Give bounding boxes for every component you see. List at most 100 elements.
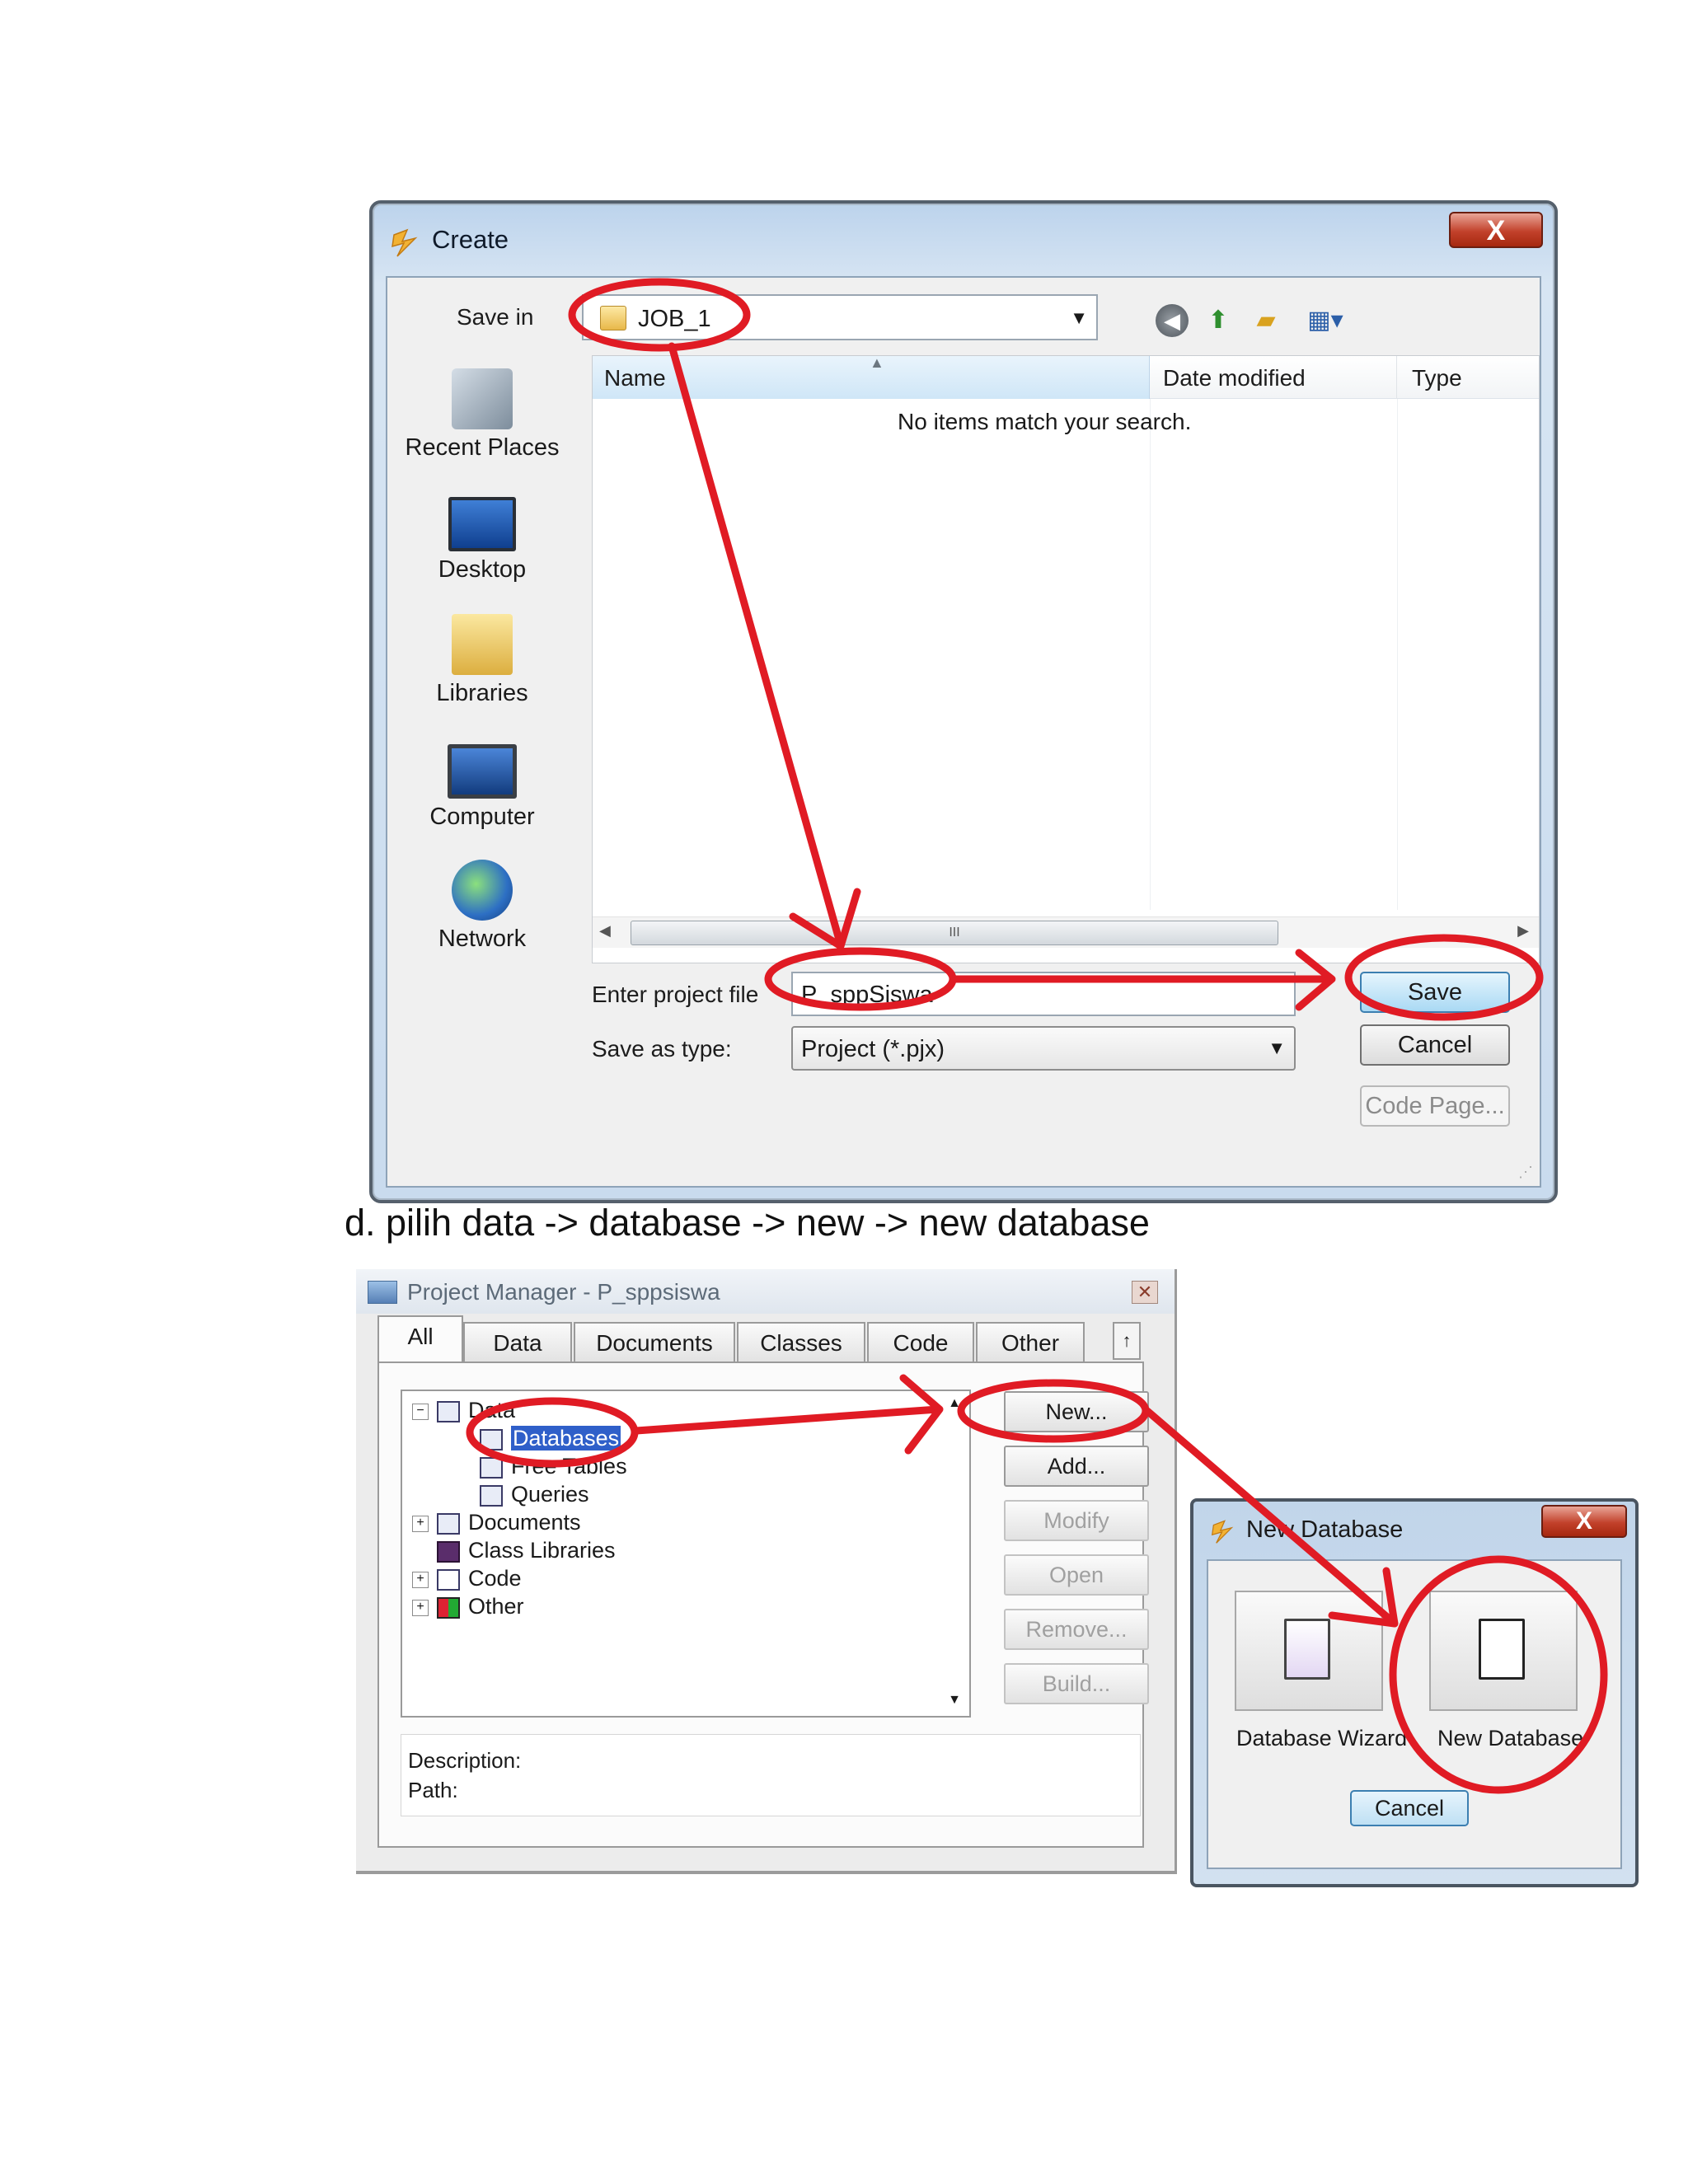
tree-node-label: Data: [468, 1398, 516, 1422]
column-divider: [1150, 399, 1151, 910]
network-icon: [452, 860, 513, 921]
column-label: Date modified: [1163, 365, 1306, 391]
tree-node-other[interactable]: + Other: [412, 1594, 524, 1622]
place-label: Computer: [429, 804, 535, 830]
build-button[interactable]: Build...: [1004, 1663, 1149, 1704]
expand-icon[interactable]: +: [412, 1515, 429, 1532]
database-wizard-button[interactable]: [1235, 1591, 1383, 1711]
views-menu-icon[interactable]: ▦▾: [1301, 304, 1350, 337]
expand-icon[interactable]: +: [412, 1599, 429, 1616]
collapse-arrow-icon[interactable]: ↑: [1113, 1322, 1141, 1360]
dialog-title: Create: [432, 225, 509, 254]
place-label: Desktop: [438, 556, 527, 583]
back-icon[interactable]: ◀: [1156, 304, 1189, 337]
tree-node-label: Other: [468, 1594, 524, 1619]
project-tree[interactable]: − Data Databases Free Tables Queries + Doc…: [401, 1390, 971, 1718]
scroll-down-icon[interactable]: ▼: [948, 1693, 961, 1708]
window-title: Project Manager - P_sppsiswa: [407, 1279, 720, 1305]
project-manager-icon: [368, 1281, 397, 1304]
horizontal-scrollbar[interactable]: ◀ III ▶: [593, 916, 1539, 948]
scroll-left-icon[interactable]: ◀: [599, 922, 611, 940]
database-wizard-label: Database Wizard: [1236, 1726, 1408, 1750]
scroll-right-icon[interactable]: ▶: [1517, 922, 1529, 940]
column-header-type[interactable]: Type: [1399, 356, 1539, 399]
project-manager-titlebar[interactable]: Project Manager - P_sppsiswa ✕: [356, 1269, 1175, 1314]
new-button[interactable]: New...: [1004, 1391, 1149, 1432]
create-dialog: Create X Save in JOB_1 ▼ ◀ ⬆ ▰ ▦▾ Recent…: [369, 200, 1558, 1203]
documents-icon: [437, 1512, 460, 1535]
column-header-name[interactable]: Name ▲: [593, 354, 1150, 399]
path-label: Path:: [408, 1778, 458, 1802]
tab-all[interactable]: All: [377, 1315, 463, 1363]
save-as-type-select[interactable]: Project (*.pjx) ▼: [791, 1026, 1296, 1071]
database-icon: [480, 1428, 503, 1451]
place-label: Libraries: [436, 680, 528, 706]
folder-icon: [600, 306, 626, 330]
class-library-icon: [437, 1540, 460, 1563]
tree-node-documents[interactable]: + Documents: [412, 1510, 581, 1538]
tree-node-label: Databases: [511, 1426, 621, 1451]
create-titlebar[interactable]: Create X: [373, 204, 1554, 276]
new-database-label: New Database: [1437, 1726, 1584, 1750]
tree-node-queries[interactable]: Queries: [480, 1482, 589, 1510]
code-page-button[interactable]: Code Page...: [1360, 1085, 1510, 1127]
column-header-date-modified[interactable]: Date modified: [1151, 356, 1397, 399]
tree-node-label: Code: [468, 1566, 522, 1591]
tab-documents[interactable]: Documents: [574, 1322, 735, 1363]
tab-classes[interactable]: Classes: [737, 1322, 865, 1363]
place-desktop[interactable]: Desktop: [404, 490, 560, 583]
tab-data[interactable]: Data: [463, 1322, 572, 1363]
enter-project-file-label: Enter project file: [592, 982, 759, 1007]
save-as-type-value: Project (*.pjx): [801, 1036, 945, 1062]
app-lightning-icon: [392, 228, 418, 257]
place-network[interactable]: Network: [404, 860, 560, 953]
place-recent-places[interactable]: Recent Places: [404, 368, 560, 462]
remove-button[interactable]: Remove...: [1004, 1609, 1149, 1650]
tree-node-data[interactable]: − Data: [412, 1398, 515, 1426]
open-button[interactable]: Open: [1004, 1554, 1149, 1596]
save-in-label: Save in: [457, 304, 534, 330]
project-manager-window: Project Manager - P_sppsiswa ✕ All Data …: [356, 1269, 1177, 1874]
column-label: Type: [1412, 365, 1462, 391]
save-button[interactable]: Save: [1360, 972, 1510, 1013]
project-file-input[interactable]: P_sppSiswa: [791, 972, 1296, 1016]
code-icon: [437, 1568, 460, 1591]
modify-button[interactable]: Modify: [1004, 1500, 1149, 1541]
up-folder-icon[interactable]: ⬆: [1202, 304, 1235, 337]
save-in-combobox[interactable]: JOB_1 ▼: [582, 294, 1098, 340]
expand-icon[interactable]: +: [412, 1571, 429, 1588]
close-button[interactable]: X: [1541, 1505, 1627, 1538]
dialog-client-area: Save in JOB_1 ▼ ◀ ⬆ ▰ ▦▾ Recent Places D…: [386, 276, 1541, 1188]
new-folder-icon[interactable]: ▰: [1250, 304, 1282, 337]
tree-node-free-tables[interactable]: Free Tables: [480, 1454, 627, 1482]
scrollbar-thumb[interactable]: III: [631, 921, 1278, 945]
close-button[interactable]: X: [1449, 212, 1543, 248]
tree-node-class-libraries[interactable]: Class Libraries: [437, 1538, 616, 1566]
column-divider: [1397, 399, 1398, 910]
tab-other[interactable]: Other: [976, 1322, 1085, 1363]
tree-node-databases[interactable]: Databases: [480, 1426, 621, 1454]
place-label: Recent Places: [405, 434, 560, 461]
computer-icon: [448, 744, 517, 799]
resize-grip-icon[interactable]: ⋰: [1518, 1164, 1533, 1181]
tree-node-code[interactable]: + Code: [412, 1566, 522, 1594]
tree-node-label: Class Libraries: [468, 1538, 616, 1563]
place-libraries[interactable]: Libraries: [404, 614, 560, 707]
place-label: Network: [438, 926, 527, 952]
scroll-up-icon[interactable]: ▲: [948, 1396, 961, 1411]
chevron-down-icon[interactable]: ▼: [1268, 1038, 1286, 1059]
collapse-icon[interactable]: −: [412, 1403, 429, 1420]
tree-node-label: Documents: [468, 1510, 581, 1535]
empty-message: No items match your search.: [898, 409, 1192, 434]
save-as-type-label: Save as type:: [592, 1036, 732, 1062]
place-computer[interactable]: Computer: [404, 736, 560, 831]
close-icon[interactable]: ✕: [1132, 1281, 1158, 1304]
add-button[interactable]: Add...: [1004, 1446, 1149, 1487]
new-database-button[interactable]: [1429, 1591, 1578, 1711]
cancel-button[interactable]: Cancel: [1360, 1024, 1510, 1066]
dialog-client-area: Database Wizard New Database Cancel: [1207, 1559, 1622, 1869]
tab-code[interactable]: Code: [867, 1322, 974, 1363]
cancel-button[interactable]: Cancel: [1350, 1790, 1469, 1826]
file-list[interactable]: Name ▲ Date modified Type No items match…: [592, 354, 1540, 963]
chevron-down-icon[interactable]: ▼: [1070, 307, 1088, 329]
